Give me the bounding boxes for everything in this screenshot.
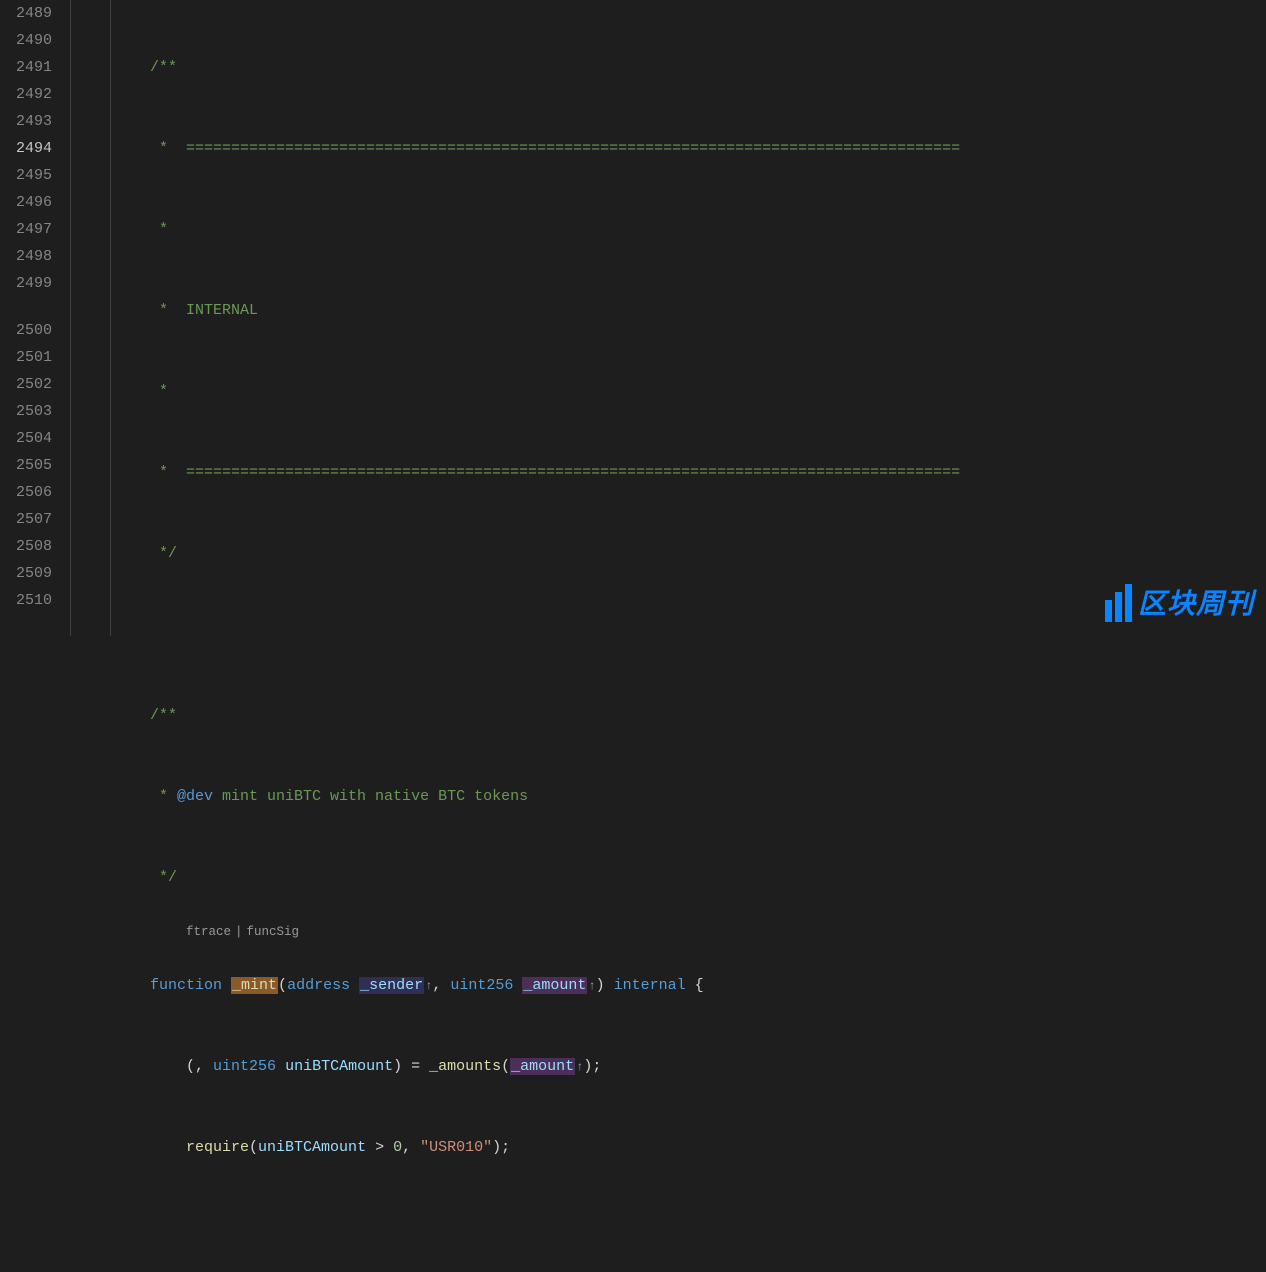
line-number: 2492 bbox=[0, 81, 52, 108]
code-line: /** bbox=[150, 54, 1266, 81]
line-number: 2507 bbox=[0, 506, 52, 533]
code-area[interactable]: /** * ==================================… bbox=[150, 0, 1266, 636]
line-number: 2491 bbox=[0, 54, 52, 81]
watermark-logo: 区块周刊 bbox=[1105, 584, 1254, 622]
code-line: */ bbox=[150, 540, 1266, 567]
codelens[interactable]: ftrace|funcSig bbox=[186, 925, 299, 939]
code-editor[interactable]: 2489249024912492249324942495249624972498… bbox=[0, 0, 1266, 636]
line-number: 2489 bbox=[0, 0, 52, 27]
arrow-up-icon: ↑ bbox=[587, 979, 595, 993]
line-number-gutter: 2489249024912492249324942495249624972498… bbox=[0, 0, 70, 636]
line-number: 2504 bbox=[0, 425, 52, 452]
line-number: 2497 bbox=[0, 216, 52, 243]
line-number: 2502 bbox=[0, 371, 52, 398]
line-number: 2503 bbox=[0, 398, 52, 425]
code-line: * @dev mint uniBTC with native BTC token… bbox=[150, 783, 1266, 810]
logo-bars-icon bbox=[1105, 584, 1132, 622]
line-number: 2496 bbox=[0, 189, 52, 216]
line-number: 2495 bbox=[0, 162, 52, 189]
line-number: 2501 bbox=[0, 344, 52, 371]
code-line: */ bbox=[150, 864, 1266, 891]
code-line: * bbox=[150, 216, 1266, 243]
code-line: * bbox=[150, 378, 1266, 405]
line-number: 2510 bbox=[0, 587, 52, 614]
code-line: * ======================================… bbox=[150, 135, 1266, 162]
code-line: require(uniBTCAmount > 0, "USR010"); bbox=[150, 1134, 1266, 1161]
line-number: 2505 bbox=[0, 452, 52, 479]
line-number: 2493 bbox=[0, 108, 52, 135]
code-line: * INTERNAL bbox=[150, 297, 1266, 324]
line-number: 2500 bbox=[0, 317, 52, 344]
code-line bbox=[150, 621, 1266, 648]
line-number: 2506 bbox=[0, 479, 52, 506]
line-number: 2508 bbox=[0, 533, 52, 560]
arrow-up-icon: ↑ bbox=[424, 979, 432, 993]
indent-guides bbox=[70, 0, 150, 636]
code-line: function _mint(address _sender↑, uint256… bbox=[150, 972, 1266, 999]
code-line: /** bbox=[150, 702, 1266, 729]
codelens-funcsig[interactable]: funcSig bbox=[247, 925, 300, 939]
arrow-up-icon: ↑ bbox=[575, 1060, 583, 1074]
line-number: 2494 bbox=[0, 135, 52, 162]
codelens-ftrace[interactable]: ftrace bbox=[186, 925, 231, 939]
code-line: * ======================================… bbox=[150, 459, 1266, 486]
line-number: 2490 bbox=[0, 27, 52, 54]
line-number: 2509 bbox=[0, 560, 52, 587]
code-line: (, uint256 uniBTCAmount) = _amounts(_amo… bbox=[150, 1053, 1266, 1080]
line-number: 2499 bbox=[0, 270, 52, 297]
code-line bbox=[150, 1215, 1266, 1242]
line-number: 2498 bbox=[0, 243, 52, 270]
